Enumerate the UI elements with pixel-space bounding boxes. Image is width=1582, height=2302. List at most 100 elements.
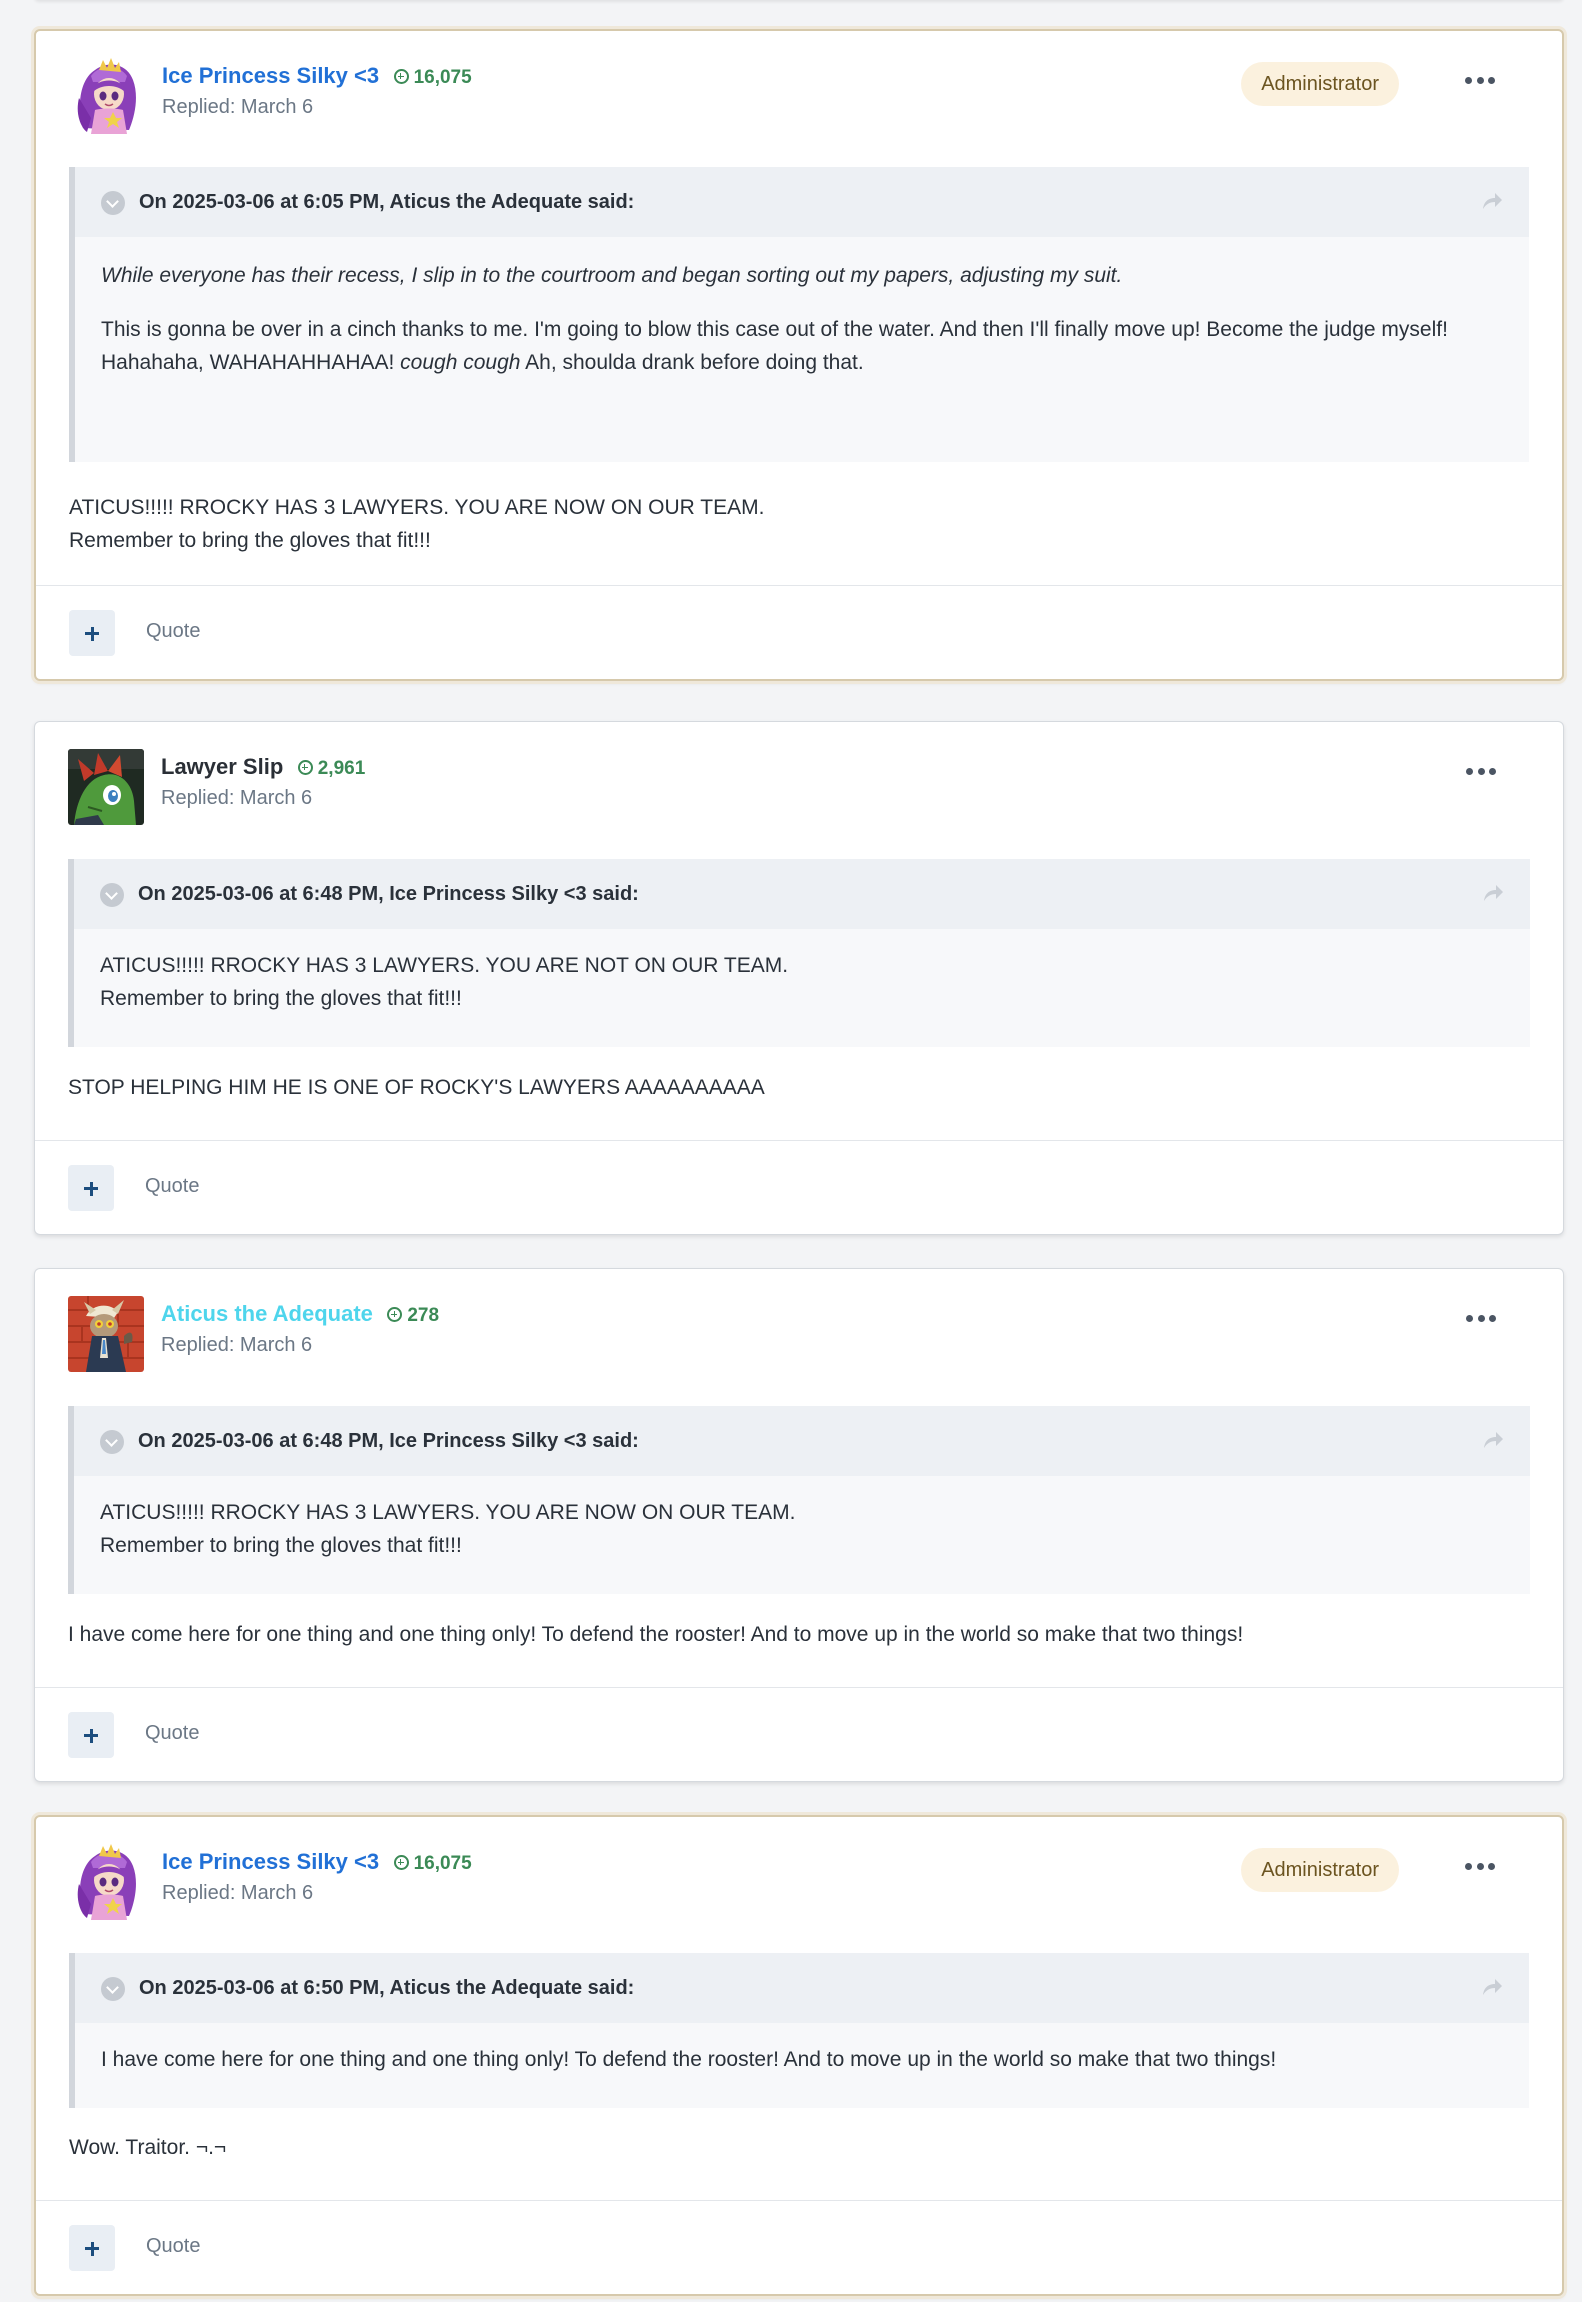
post-date: Replied: March 6 (161, 1334, 313, 1356)
share-arrow-icon[interactable] (1481, 1977, 1503, 1997)
quote-italic-line: While everyone has their recess, I slip … (101, 264, 1123, 287)
quote-text-italic: cough cough (400, 351, 521, 374)
reputation-count: 278 (407, 1305, 440, 1326)
post-body: Wow. Traitor. ¬.¬ (69, 2131, 1529, 2164)
post-footer: Quote (36, 585, 1562, 679)
forum-post: Aticus the Adequate 278 Replied: March 6… (34, 1268, 1564, 1782)
ellipsis-dot (1477, 767, 1485, 775)
author-avatar[interactable] (68, 749, 144, 825)
plus-circle-icon (387, 1307, 403, 1322)
quote-line: Remember to bring the gloves that fit!!! (100, 987, 462, 1010)
chevron-down-circle-icon[interactable] (101, 191, 125, 215)
quote-button[interactable]: Quote (145, 1175, 199, 1198)
author-line: Ice Princess Silky <3 16,075 (162, 63, 472, 89)
post-footer: Quote (36, 2200, 1562, 2294)
ellipsis-dot (1476, 1862, 1484, 1870)
quote-citation-text: On 2025-03-06 at 6:48 PM, Ice Princess S… (138, 883, 639, 905)
share-arrow-icon[interactable] (1482, 1430, 1504, 1450)
chevron-down-circle-icon[interactable] (101, 1977, 125, 2001)
post-header: Ice Princess Silky <3 16,075 Replied: Ma… (69, 58, 1529, 138)
quote-citation[interactable]: On 2025-03-06 at 6:48 PM, Ice Princess S… (74, 1406, 1530, 1476)
reputation-count: 16,075 (413, 67, 472, 88)
ellipsis-dot (1477, 1314, 1485, 1322)
post-date: Replied: March 6 (162, 1882, 314, 1904)
post-options-button[interactable] (1466, 763, 1496, 779)
author-name-link[interactable]: Lawyer Slip (161, 754, 283, 779)
quote-citation[interactable]: On 2025-03-06 at 6:50 PM, Aticus the Ade… (75, 1953, 1529, 2023)
quote-citation[interactable]: On 2025-03-06 at 6:48 PM, Ice Princess S… (74, 859, 1530, 929)
quote-body: I have come here for one thing and one t… (75, 2023, 1529, 2076)
post-body-line: ATICUS!!!!! RROCKY HAS 3 LAWYERS. YOU AR… (69, 496, 765, 519)
quoted-post: On 2025-03-06 at 6:48 PM, Ice Princess S… (68, 859, 1530, 1047)
post-footer: Quote (35, 1687, 1563, 1781)
share-arrow-icon[interactable] (1481, 191, 1503, 211)
quote-citation[interactable]: On 2025-03-06 at 6:05 PM, Aticus the Ade… (75, 167, 1529, 237)
quoted-post: On 2025-03-06 at 6:05 PM, Aticus the Ade… (69, 167, 1529, 462)
plus-circle-icon (393, 1855, 409, 1870)
ellipsis-dot (1489, 1314, 1496, 1322)
quote-line: Remember to bring the gloves that fit!!! (100, 1534, 462, 1557)
quote-button[interactable]: Quote (146, 620, 200, 643)
reputation-badge[interactable]: 16,075 (393, 1853, 472, 1875)
quoted-post: On 2025-03-06 at 6:50 PM, Aticus the Ade… (69, 1953, 1529, 2108)
chevron-down-circle-icon[interactable] (100, 1430, 124, 1454)
reputation-badge[interactable]: 16,075 (393, 67, 472, 89)
post-body: STOP HELPING HIM HE IS ONE OF ROCKY'S LA… (68, 1071, 1530, 1104)
reputation-count: 2,961 (317, 758, 366, 779)
quote-body: ATICUS!!!!! RROCKY HAS 3 LAWYERS. YOU AR… (74, 929, 1530, 1015)
quote-text-after: Ah, shoulda drank before doing that. (520, 351, 864, 374)
chevron-down-circle-icon[interactable] (100, 883, 124, 907)
post-body-line: Remember to bring the gloves that fit!!! (69, 529, 431, 552)
quote-citation-text: On 2025-03-06 at 6:50 PM, Aticus the Ade… (139, 1977, 635, 1999)
role-badge: Administrator (1241, 1848, 1399, 1892)
post-header: Lawyer Slip 2,961 Replied: March 6 (68, 749, 1530, 829)
post-body-line: I have come here for one thing and one t… (68, 1623, 1244, 1646)
reputation-badge[interactable]: 2,961 (297, 758, 366, 780)
post-header: Aticus the Adequate 278 Replied: March 6 (68, 1296, 1530, 1376)
forum-post: Ice Princess Silky <3 16,075 Replied: Ma… (34, 1815, 1564, 2296)
react-button[interactable] (69, 2225, 115, 2271)
quote-button[interactable]: Quote (145, 1722, 199, 1745)
react-button[interactable] (69, 610, 115, 656)
reputation-count: 16,075 (413, 1853, 472, 1874)
ellipsis-dot (1489, 767, 1496, 775)
quote-line: I have come here for one thing and one t… (101, 2048, 1277, 2071)
author-name-link[interactable]: Aticus the Adequate (161, 1301, 373, 1326)
author-avatar[interactable] (69, 1844, 145, 1920)
author-avatar[interactable] (69, 58, 145, 134)
post-date: Replied: March 6 (162, 96, 314, 118)
ellipsis-icon (1466, 1314, 1473, 1322)
forum-post: Ice Princess Silky <3 16,075 Replied: Ma… (34, 29, 1564, 681)
quote-body: While everyone has their recess, I slip … (75, 237, 1529, 379)
quote-button[interactable]: Quote (146, 2235, 200, 2258)
post-options-button[interactable] (1466, 1310, 1496, 1326)
quote-citation-text: On 2025-03-06 at 6:05 PM, Aticus the Ade… (139, 191, 635, 213)
author-line: Ice Princess Silky <3 16,075 (162, 1849, 472, 1875)
plus-circle-icon (297, 760, 313, 775)
author-line: Lawyer Slip 2,961 (161, 754, 365, 780)
author-name-link[interactable]: Ice Princess Silky <3 (162, 63, 379, 88)
post-footer: Quote (35, 1140, 1563, 1234)
post-options-button[interactable] (1465, 72, 1495, 88)
quoted-post: On 2025-03-06 at 6:48 PM, Ice Princess S… (68, 1406, 1530, 1594)
ellipsis-dot (1488, 1862, 1495, 1870)
role-badge: Administrator (1241, 62, 1399, 106)
ellipsis-dot (1476, 76, 1484, 84)
author-avatar[interactable] (68, 1296, 144, 1372)
post-body-line: Wow. Traitor. ¬.¬ (69, 2136, 227, 2159)
share-arrow-icon[interactable] (1482, 883, 1504, 903)
react-button[interactable] (68, 1712, 114, 1758)
ellipsis-dot (1488, 76, 1495, 84)
react-button[interactable] (68, 1165, 114, 1211)
reputation-badge[interactable]: 278 (387, 1305, 439, 1327)
ellipsis-icon (1465, 76, 1472, 84)
post-body-line: STOP HELPING HIM HE IS ONE OF ROCKY'S LA… (68, 1076, 765, 1099)
author-name-link[interactable]: Ice Princess Silky <3 (162, 1849, 379, 1874)
quote-body: ATICUS!!!!! RROCKY HAS 3 LAWYERS. YOU AR… (74, 1476, 1530, 1562)
quote-citation-text: On 2025-03-06 at 6:48 PM, Ice Princess S… (138, 1430, 639, 1452)
post-body: I have come here for one thing and one t… (68, 1618, 1530, 1651)
post-date: Replied: March 6 (161, 787, 313, 809)
post-options-button[interactable] (1465, 1858, 1495, 1874)
post-header: Ice Princess Silky <3 16,075 Replied: Ma… (69, 1844, 1529, 1924)
quote-paragraph: This is gonna be over in a cinch thanks … (101, 313, 1499, 379)
